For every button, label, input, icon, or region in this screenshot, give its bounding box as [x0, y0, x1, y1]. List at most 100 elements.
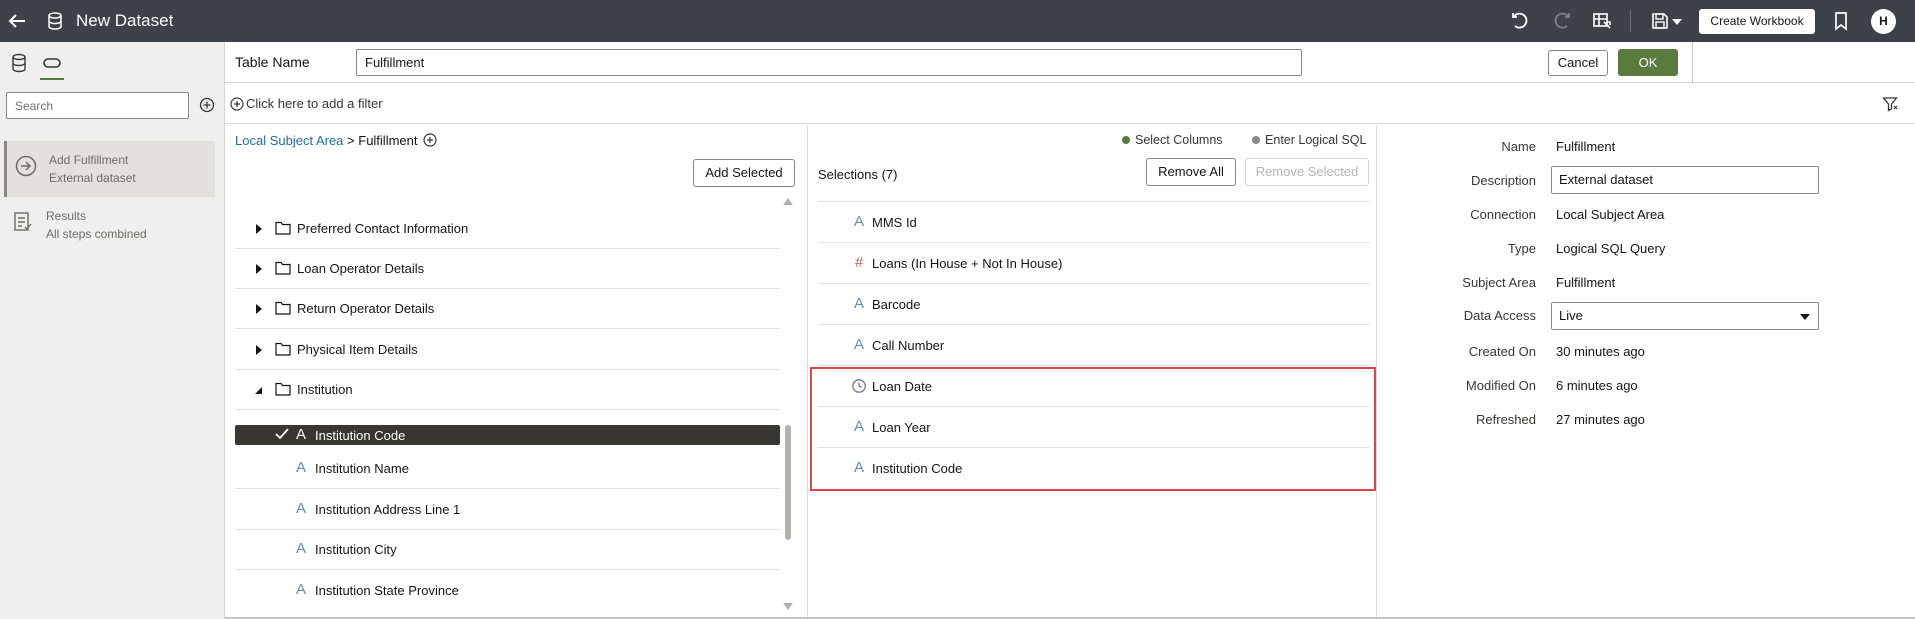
- folder-icon: [275, 221, 291, 235]
- cancel-button[interactable]: Cancel: [1548, 50, 1608, 76]
- radio-label: Select Columns: [1135, 133, 1223, 147]
- description-label: Description: [1470, 173, 1536, 188]
- tree-folder-label: Loan Operator Details: [297, 261, 425, 276]
- search-input[interactable]: [6, 92, 189, 119]
- selection-label: Barcode: [872, 297, 921, 312]
- add-filter-prompt[interactable]: Click here to add a filter: [246, 96, 383, 111]
- step-results[interactable]: Results All steps combined: [4, 197, 215, 253]
- ok-button[interactable]: OK: [1618, 49, 1678, 76]
- text-attribute-icon: A: [853, 295, 864, 312]
- add-selected-button[interactable]: Add Selected: [693, 159, 795, 187]
- filter-funnel-icon[interactable]: [1882, 96, 1898, 112]
- refreshed-value: 27 minutes ago: [1556, 412, 1645, 427]
- columns-tree-panel: Local Subject Area > Fulfillment Add Sel…: [225, 125, 807, 619]
- type-label: Type: [1507, 241, 1536, 256]
- selection-label: Call Number: [872, 338, 945, 353]
- text-attribute-icon: A: [296, 500, 307, 517]
- save-menu-chevron-down-icon[interactable]: [1670, 11, 1684, 31]
- selection-item[interactable]: A Barcode: [818, 284, 1370, 325]
- tree-folder-loan-operator[interactable]: Loan Operator Details: [235, 249, 780, 289]
- table-name-input[interactable]: Fulfillment: [356, 49, 1302, 76]
- arrow-right-circle-icon: [15, 155, 37, 177]
- add-step-plus-icon[interactable]: [199, 97, 215, 113]
- expand-caret-right-icon[interactable]: [255, 304, 263, 314]
- tree-column-label: Institution State Province: [315, 583, 459, 598]
- selection-item[interactable]: A MMS Id: [818, 202, 1370, 243]
- step-add-fulfillment[interactable]: Add Fulfillment External dataset: [4, 141, 215, 197]
- remove-selected-button[interactable]: Remove Selected: [1245, 158, 1369, 186]
- modified-on-value: 6 minutes ago: [1556, 378, 1638, 393]
- subject-area-label: Subject Area: [1462, 275, 1536, 290]
- selection-label: MMS Id: [872, 215, 917, 230]
- step-subtitle: All steps combined: [46, 227, 147, 241]
- text-attribute-icon: A: [296, 581, 307, 598]
- redo-icon[interactable]: [1551, 11, 1571, 31]
- add-filter-plus-icon[interactable]: [230, 97, 244, 111]
- tree-folder-physical-item[interactable]: Physical Item Details: [235, 330, 780, 370]
- results-checklist-icon: [14, 212, 32, 231]
- number-measure-icon: #: [854, 254, 864, 271]
- create-workbook-button[interactable]: Create Workbook: [1699, 9, 1815, 34]
- selection-label: Loans (In House + Not In House): [872, 256, 1063, 271]
- chevron-down-icon: [1800, 314, 1810, 320]
- type-value: Logical SQL Query: [1556, 241, 1666, 256]
- connection-label: Connection: [1470, 207, 1536, 222]
- save-icon[interactable]: [1650, 11, 1670, 31]
- tree-column-institution-state[interactable]: A Institution State Province: [235, 571, 780, 611]
- app-header: New Dataset Create Workbook H: [0, 0, 1915, 42]
- tree-column-institution-code[interactable]: A Institution Code: [235, 425, 780, 445]
- breadcrumb: Local Subject Area > Fulfillment: [235, 133, 418, 148]
- bookmark-icon[interactable]: [1831, 11, 1851, 31]
- tree-column-label: Institution Code: [315, 428, 406, 443]
- tree-column-institution-name[interactable]: A Institution Name: [235, 449, 780, 489]
- collapse-caret-down-icon[interactable]: [255, 385, 263, 395]
- data-access-select[interactable]: Live: [1551, 302, 1819, 330]
- tree-folder-return-operator[interactable]: Return Operator Details: [235, 289, 780, 329]
- selection-item[interactable]: # Loans (In House + Not In House): [818, 243, 1370, 284]
- selections-title: Selections (7): [818, 167, 898, 182]
- selection-item[interactable]: A Call Number: [818, 325, 1370, 366]
- back-arrow-icon[interactable]: [6, 11, 28, 31]
- tree-folder-label: Institution: [297, 382, 353, 397]
- scroll-down-arrow-icon[interactable]: [783, 603, 793, 611]
- data-access-selected-value: Live: [1559, 308, 1583, 323]
- toolbar-separator: [1630, 10, 1631, 32]
- mode-radio-group: Select Columns Enter Logical SQL: [1122, 133, 1366, 147]
- add-column-plus-icon[interactable]: [423, 133, 437, 147]
- expand-caret-right-icon[interactable]: [255, 345, 263, 355]
- selections-panel: Select Columns Enter Logical SQL Selecti…: [807, 125, 1377, 619]
- breadcrumb-root-link[interactable]: Local Subject Area: [235, 133, 343, 148]
- text-attribute-icon: A: [853, 336, 864, 353]
- expand-caret-right-icon[interactable]: [255, 264, 263, 274]
- dataset-icon: [48, 12, 62, 30]
- expand-caret-right-icon[interactable]: [255, 224, 263, 234]
- breadcrumb-current: Fulfillment: [358, 133, 418, 148]
- refreshed-label: Refreshed: [1476, 412, 1536, 427]
- text-attribute-icon: A: [296, 540, 307, 557]
- user-avatar[interactable]: H: [1871, 9, 1896, 34]
- highlight-annotation-box: [810, 367, 1376, 491]
- undo-icon[interactable]: [1511, 11, 1531, 31]
- select-columns-radio[interactable]: Select Columns: [1122, 133, 1223, 147]
- created-on-value: 30 minutes ago: [1556, 344, 1645, 359]
- tree-folder-institution[interactable]: Institution: [235, 370, 780, 410]
- created-on-label: Created On: [1468, 344, 1536, 359]
- connection-value: Local Subject Area: [1556, 207, 1665, 222]
- scroll-up-arrow-icon[interactable]: [783, 197, 793, 205]
- description-input[interactable]: External dataset: [1551, 166, 1819, 194]
- tree-scrollbar-thumb[interactable]: [785, 425, 791, 540]
- tree-column-label: Institution Name: [315, 461, 409, 476]
- folder-icon: [275, 342, 291, 356]
- table-name-label: Table Name: [235, 54, 310, 70]
- tree-column-institution-city[interactable]: A Institution City: [235, 530, 780, 570]
- logical-sql-radio[interactable]: Enter Logical SQL: [1252, 133, 1366, 147]
- folder-icon: [275, 261, 291, 275]
- data-tab-icon[interactable]: [8, 52, 30, 74]
- join-diagram-tab-icon[interactable]: [41, 52, 63, 74]
- remove-all-button[interactable]: Remove All: [1146, 158, 1236, 186]
- tree-folder-preferred-contact[interactable]: Preferred Contact Information: [235, 209, 780, 249]
- dataset-properties-panel: Name Fulfillment Description External da…: [1378, 125, 1915, 619]
- tree-column-institution-address[interactable]: A Institution Address Line 1: [235, 490, 780, 530]
- preview-icon[interactable]: [1592, 11, 1612, 31]
- filter-bar[interactable]: Click here to add a filter: [225, 84, 1915, 124]
